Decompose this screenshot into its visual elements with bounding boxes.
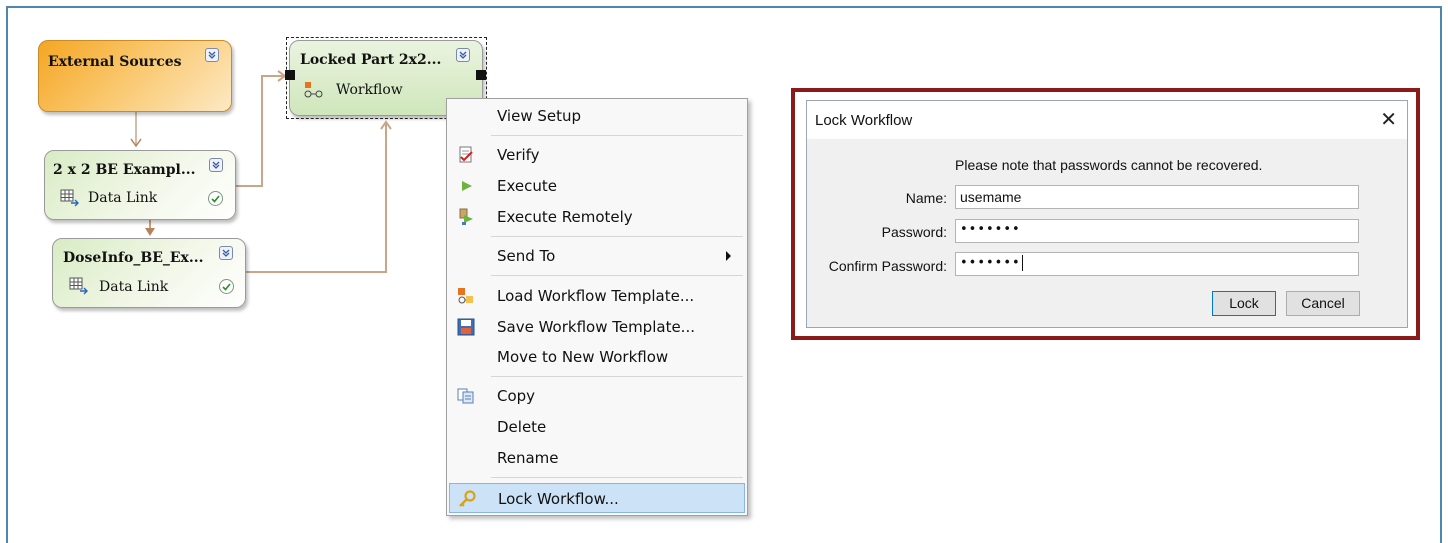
connector-external-to-be [130,112,142,148]
menu-separator [491,275,743,276]
resize-handle-right[interactable] [476,70,486,80]
text-caret [1021,255,1023,271]
node-title: DoseInfo_BE_Ex... [63,250,204,266]
name-label: Name: [905,190,947,206]
check-icon [208,191,223,206]
expand-icon[interactable] [209,158,223,172]
menu-item-label: Send To [497,247,556,265]
name-value: usemame [960,189,1022,205]
copy-icon [457,387,475,405]
data-link-icon [60,189,80,212]
menu-item-verify[interactable]: Verify [449,141,745,169]
node-subtitle: Workflow [336,82,403,98]
menu-item-label: Rename [497,449,559,467]
menu-item-move-to-new-workflow[interactable]: Move to New Workflow [449,343,745,371]
key-icon [458,490,476,508]
data-link-icon [69,277,89,300]
node-title: 2 x 2 BE Exampl... [53,162,196,178]
expand-icon[interactable] [456,48,470,62]
save-template-icon [457,318,475,336]
menu-separator [491,477,743,478]
menu-item-label: Copy [497,387,536,405]
menu-item-label: Execute Remotely [497,208,633,226]
menu-item-execute[interactable]: Execute [449,172,745,200]
load-template-icon [457,287,475,305]
check-icon [219,279,234,294]
menu-separator [491,236,743,237]
node-title: Locked Part 2x2... [300,52,442,68]
node-be-example[interactable]: 2 x 2 BE Exampl... Data Link [44,150,236,220]
menu-item-send-to[interactable]: Send To [449,242,745,270]
menu-item-execute-remotely[interactable]: Execute Remotely [449,203,745,231]
menu-item-label: View Setup [497,107,582,125]
password-field[interactable]: ••••••• [955,219,1359,243]
node-doseinfo[interactable]: DoseInfo_BE_Ex... Data Link [52,238,246,308]
menu-item-delete[interactable]: Delete [449,413,745,441]
workflow-icon [304,81,324,104]
menu-item-view-setup[interactable]: View Setup [449,102,745,130]
submenu-arrow-icon [726,251,731,261]
close-icon[interactable]: ✕ [1380,107,1397,131]
lock-button[interactable]: Lock [1212,291,1276,316]
menu-item-label: Lock Workflow... [498,490,619,508]
confirm-password-value: ••••••• [960,255,1021,271]
connector-be-to-locked [236,70,287,187]
menu-item-label: Execute [497,177,557,195]
name-field[interactable]: usemame [955,185,1359,209]
node-subtitle: Data Link [99,279,169,295]
menu-separator [491,376,743,377]
context-menu: View Setup Verify Execute Execute Remote… [446,98,748,516]
expand-icon[interactable] [219,246,233,260]
node-title: External Sources [48,54,182,70]
execute-remotely-icon [457,208,475,226]
menu-item-label: Delete [497,418,547,436]
cancel-button[interactable]: Cancel [1286,291,1360,316]
node-external-sources[interactable]: External Sources [38,40,232,112]
dialog-title: Lock Workflow [815,112,913,129]
menu-item-load-template[interactable]: Load Workflow Template... [449,282,745,310]
menu-item-lock-workflow[interactable]: Lock Workflow... [449,483,745,513]
node-subtitle: Data Link [88,190,158,206]
dialog-note: Please note that passwords cannot be rec… [955,157,1263,173]
menu-item-label: Save Workflow Template... [497,318,695,336]
menu-item-label: Move to New Workflow [497,348,669,366]
menu-separator [491,135,743,136]
play-icon [457,177,475,195]
verify-icon [457,146,475,164]
menu-item-label: Load Workflow Template... [497,287,695,305]
connector-be-to-doseinfo [145,220,155,236]
dialog-titlebar: Lock Workflow ✕ [807,101,1407,139]
lock-workflow-dialog: Lock Workflow ✕ Please note that passwor… [806,100,1408,328]
confirm-password-field[interactable]: ••••••• [955,252,1359,276]
confirm-password-label: Confirm Password: [828,258,947,274]
password-label: Password: [881,224,947,240]
menu-item-rename[interactable]: Rename [449,444,745,472]
menu-item-label: Verify [497,146,540,164]
connector-doseinfo-to-locked [246,120,392,273]
menu-item-save-template[interactable]: Save Workflow Template... [449,313,745,341]
expand-icon[interactable] [205,48,219,62]
password-value: ••••••• [960,222,1021,237]
resize-handle-left[interactable] [285,70,295,80]
menu-item-copy[interactable]: Copy [449,382,745,410]
